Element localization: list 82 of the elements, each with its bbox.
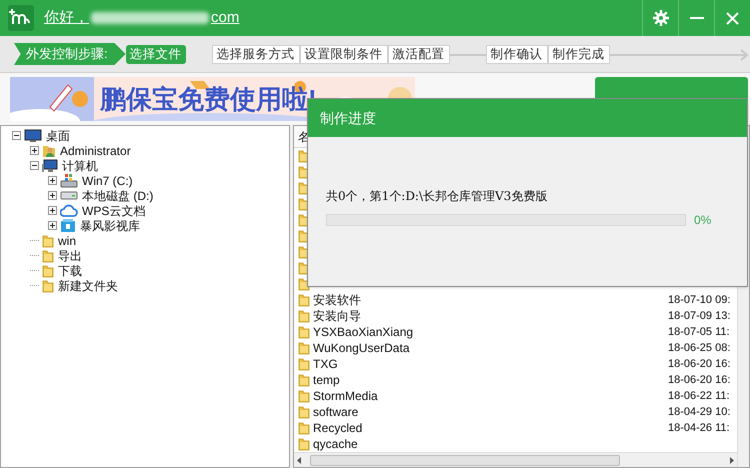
folder-icon [298,437,310,451]
tree-item[interactable]: 下载 [57,262,83,280]
plus-icon [32,148,37,153]
step-tab[interactable]: 制作完成 [548,44,610,64]
tree-item[interactable]: 计算机 [61,156,99,174]
file-name[interactable]: 安装向导 [313,307,665,325]
folder-icon [298,405,310,419]
step-tab[interactable]: 选择服务方式 [212,44,300,64]
step-tab[interactable]: 制作确认 [486,44,548,64]
file-date: 18-06-20 16: [668,356,730,372]
close-icon [726,12,739,24]
file-name[interactable]: qycache [313,435,665,453]
file-name[interactable]: temp [313,371,665,389]
file-date: 18-06-25 08: [668,340,730,356]
tree-item[interactable]: WPS云文档 [81,202,146,220]
expand-toggle[interactable] [48,221,57,230]
cloud-icon [60,204,78,217]
file-date: 18-06-22 11: [668,388,730,404]
minimize-icon [690,16,704,20]
file-name[interactable]: WuKongUserData [313,339,665,357]
tree-item[interactable]: 新建文件夹 [57,276,119,294]
plus-icon [50,178,55,183]
progress-message: 共0个，第1个:D:\长邦仓库管理V3免费版 [326,188,548,205]
tree-item[interactable]: Administrator [59,142,132,160]
expand-toggle[interactable] [30,161,39,170]
tree-item[interactable]: Win7 (C:) [81,172,134,190]
expand-toggle[interactable] [48,191,57,200]
file-name[interactable]: YSXBaoXianXiang [313,323,665,341]
media-library-icon [60,218,76,233]
file-date: 18-07-05 11: [668,324,730,340]
folder-icon [298,389,310,403]
windows-drive-icon [60,173,78,188]
folder-icon [298,421,310,435]
expand-toggle[interactable] [12,131,21,140]
tree-item[interactable]: 导出 [57,246,83,264]
plus-icon [50,193,55,198]
file-name[interactable]: software [313,403,665,421]
monitor-icon [24,128,42,142]
file-date: 18-07-10 09: [668,292,730,308]
tree-item[interactable]: win [57,232,78,250]
minus-icon [14,135,19,136]
progress-percent: 0% [694,212,712,229]
tree-item[interactable]: 暴风影视库 [79,216,141,234]
folder-icon [298,357,310,371]
file-name[interactable]: TXG [313,355,665,373]
file-name[interactable]: Recycled [313,419,665,437]
folder-icon [42,278,54,292]
scroll-left-icon [296,456,302,464]
drive-icon [60,191,78,200]
expand-toggle[interactable] [48,206,57,215]
folder-icon [298,293,310,307]
folder-icon [42,248,54,262]
folder-icon [298,341,310,355]
file-date: 18-04-29 10: [668,404,730,420]
step-tab[interactable]: 设置限制条件 [300,44,388,64]
minus-icon [32,165,37,166]
expand-toggle[interactable] [30,146,39,155]
user-folder-icon [42,143,56,158]
file-date: 18-07-09 13: [668,308,730,324]
folder-icon [298,373,310,387]
steps-label: 外发控制步骤: [14,43,126,65]
tree-item[interactable]: 本地磁盘 (D:) [81,186,154,204]
tree-item[interactable]: 桌面 [45,126,71,144]
app-logo-icon [8,5,34,31]
folder-icon [298,325,310,339]
horizontal-scrollbar[interactable] [294,452,737,467]
file-name[interactable]: StormMedia [313,387,665,405]
step-tab[interactable]: 激活配置 [388,44,450,64]
file-date: 18-04-26 11: [668,420,730,436]
plus-icon [50,223,55,228]
settings-icon [652,10,668,26]
dialog-title: 制作进度 [308,99,747,137]
plus-icon [50,208,55,213]
scroll-right-icon [729,456,735,464]
file-name[interactable]: 安装软件 [313,291,665,309]
scrollbar-thumb[interactable] [310,454,620,466]
folder-icon [42,264,54,278]
file-date: 18-06-20 16: [668,372,730,388]
folder-icon [42,234,54,248]
expand-toggle[interactable] [48,176,57,185]
folder-icon [298,309,310,323]
computer-icon [42,158,58,172]
